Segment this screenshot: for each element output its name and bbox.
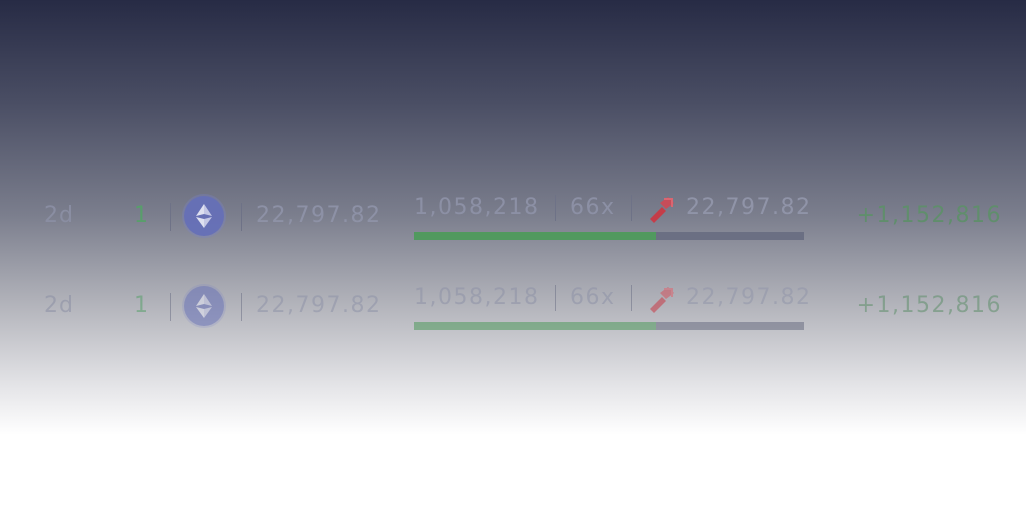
divider	[631, 195, 632, 221]
margin-bar-fill	[414, 322, 656, 330]
position-quantity: 1	[134, 293, 148, 318]
position-size: 1,058,218	[414, 195, 540, 220]
margin-bar-fill	[414, 232, 656, 240]
ethereum-icon	[184, 196, 224, 236]
position-pnl: +1,152,816	[856, 203, 1002, 228]
divider	[555, 285, 556, 311]
position-row[interactable]: 2d 1 22,797.82 1,058,218 66x 22,797.82 +…	[0, 277, 1026, 337]
liquidation-icon	[650, 287, 674, 313]
position-size: 1,058,218	[414, 285, 540, 310]
margin-bar	[414, 232, 804, 240]
entry-price: 22,797.82	[256, 203, 382, 228]
divider	[170, 293, 171, 321]
position-pnl: +1,152,816	[856, 293, 1002, 318]
entry-price: 22,797.82	[256, 293, 382, 318]
leverage-value: 66x	[570, 195, 616, 220]
divider	[631, 285, 632, 311]
position-row[interactable]: 2d 1 22,797.82 1,058,218 66x 22,797.82 +…	[0, 187, 1026, 247]
ethereum-icon	[184, 286, 224, 326]
divider	[241, 293, 242, 321]
liquidation-price: 22,797.82	[686, 195, 812, 220]
liquidation-price: 22,797.82	[686, 285, 812, 310]
liquidation-icon	[650, 197, 674, 223]
position-age: 2d	[44, 293, 74, 318]
divider	[555, 195, 556, 221]
leverage-value: 66x	[570, 285, 616, 310]
divider	[241, 203, 242, 231]
margin-bar	[414, 322, 804, 330]
position-age: 2d	[44, 203, 74, 228]
position-quantity: 1	[134, 203, 148, 228]
divider	[170, 203, 171, 231]
